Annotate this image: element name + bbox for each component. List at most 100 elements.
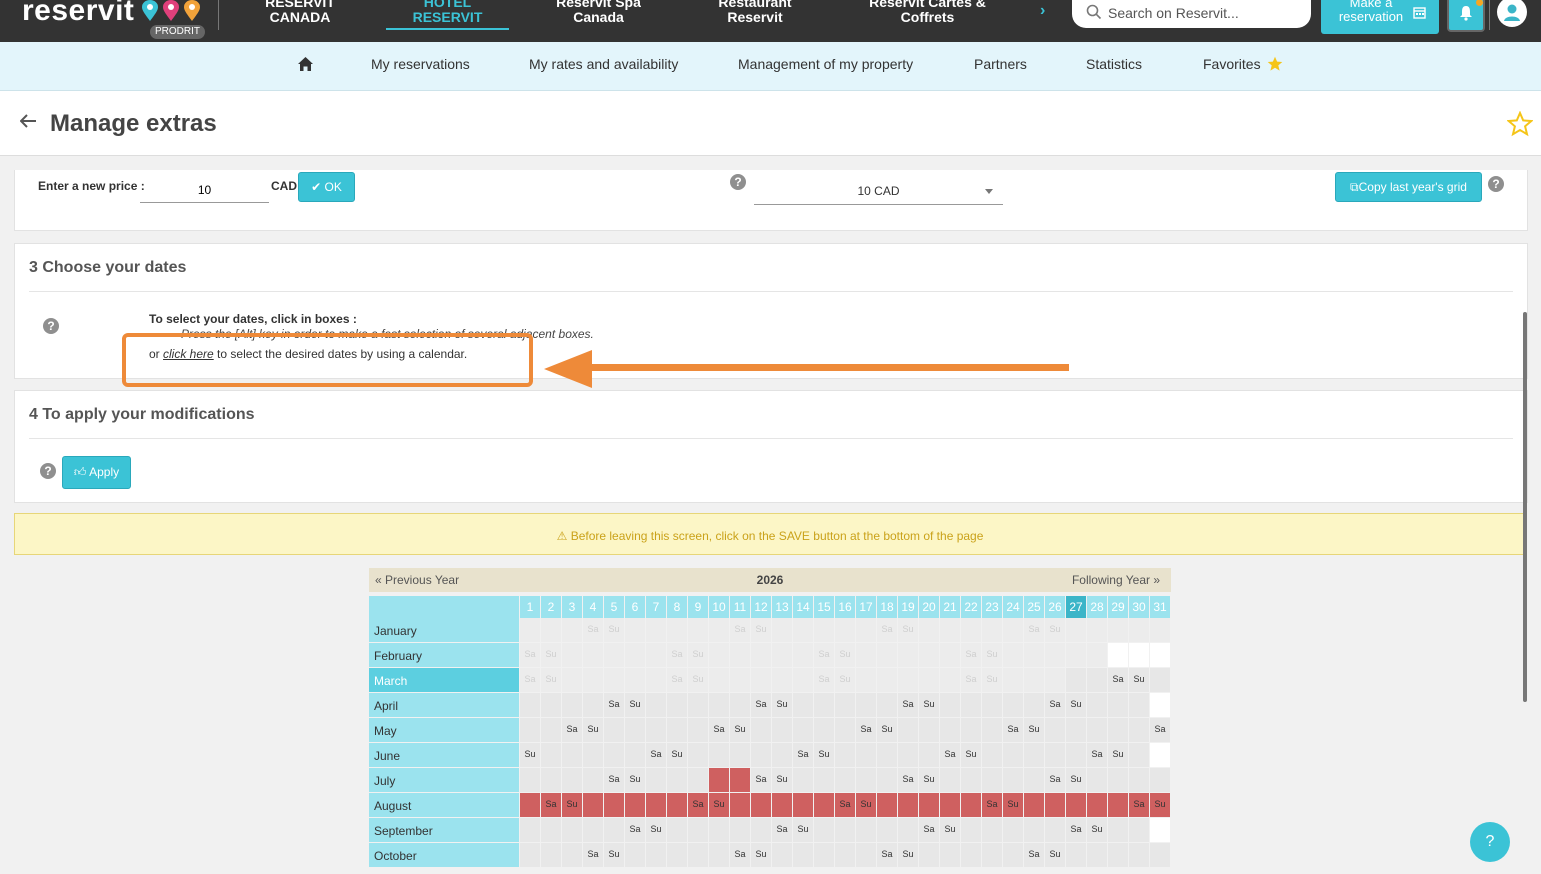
day-cell[interactable] [1087,843,1107,867]
day-cell[interactable] [604,643,624,667]
day-cell[interactable] [688,618,708,642]
day-cell[interactable] [688,818,708,842]
day-cell[interactable] [793,693,813,717]
day-cell[interactable] [898,743,918,767]
day-number-header[interactable]: 31 [1150,596,1170,618]
day-cell[interactable]: Su [898,618,918,642]
month-label[interactable]: January [369,618,519,642]
day-number-header[interactable]: 20 [919,596,939,618]
day-cell[interactable] [835,818,855,842]
day-cell[interactable] [856,768,876,792]
day-cell[interactable] [667,718,687,742]
day-cell[interactable]: Su [625,693,645,717]
day-cell[interactable]: Sa [730,843,750,867]
month-label[interactable]: March [369,668,519,692]
day-cell[interactable] [730,818,750,842]
day-cell[interactable] [541,818,561,842]
day-cell[interactable] [940,618,960,642]
day-cell[interactable] [1024,668,1044,692]
day-cell[interactable] [961,693,981,717]
day-cell[interactable]: Sa [1024,618,1044,642]
day-cell[interactable]: Su [982,668,1002,692]
day-cell[interactable] [1087,793,1107,817]
day-cell[interactable] [919,793,939,817]
day-cell[interactable] [604,818,624,842]
day-cell[interactable] [1024,643,1044,667]
day-cell[interactable] [1087,668,1107,692]
day-cell[interactable] [1066,743,1086,767]
day-cell[interactable] [772,843,792,867]
copy-last-year-button[interactable]: ⧉Copy last year's grid [1335,172,1482,202]
day-cell[interactable] [940,768,960,792]
back-arrow-icon[interactable] [20,114,37,128]
day-cell[interactable]: Sa [709,718,729,742]
month-label[interactable]: February [369,643,519,667]
day-cell[interactable] [625,743,645,767]
day-cell[interactable] [982,818,1002,842]
day-cell[interactable] [1108,843,1128,867]
day-number-header[interactable]: 13 [772,596,792,618]
day-cell[interactable]: Sa [814,643,834,667]
day-cell[interactable] [1108,693,1128,717]
day-cell[interactable]: Su [625,768,645,792]
day-cell[interactable] [877,793,897,817]
day-number-header[interactable]: 25 [1024,596,1044,618]
topnav-cartes-coffrets[interactable]: Reservit Cartes & Coffrets [855,0,1000,25]
day-cell[interactable] [667,843,687,867]
day-cell[interactable] [562,693,582,717]
day-cell[interactable] [520,693,540,717]
day-cell[interactable] [520,718,540,742]
day-cell[interactable] [961,843,981,867]
day-cell[interactable] [1087,718,1107,742]
day-cell[interactable] [1003,843,1023,867]
day-cell[interactable] [625,643,645,667]
favorite-star-icon[interactable] [1507,111,1533,137]
day-cell[interactable] [793,618,813,642]
day-cell[interactable] [982,768,1002,792]
user-avatar[interactable] [1497,0,1527,27]
day-cell[interactable] [625,618,645,642]
help-icon[interactable]: ? [1488,176,1504,192]
day-cell[interactable] [562,618,582,642]
day-cell[interactable] [940,668,960,692]
day-cell[interactable] [940,693,960,717]
day-cell[interactable] [583,643,603,667]
day-cell[interactable]: Su [1150,793,1170,817]
day-cell[interactable] [541,618,561,642]
day-cell[interactable] [940,718,960,742]
day-cell[interactable] [814,768,834,792]
day-cell[interactable] [877,743,897,767]
reservit-logo[interactable]: reservit [22,0,134,28]
day-cell[interactable] [898,793,918,817]
day-cell[interactable] [625,718,645,742]
day-cell[interactable]: Sa [562,718,582,742]
day-cell[interactable] [793,768,813,792]
day-cell[interactable] [1066,643,1086,667]
subnav-management-property[interactable]: Management of my property [738,56,913,72]
chevron-right-icon[interactable]: › [1040,2,1045,20]
day-cell[interactable]: Su [772,768,792,792]
day-cell[interactable]: Su [1087,818,1107,842]
day-number-header[interactable]: 21 [940,596,960,618]
day-cell[interactable]: Su [1066,768,1086,792]
day-cell[interactable] [562,743,582,767]
day-cell[interactable] [1066,618,1086,642]
day-cell[interactable] [730,643,750,667]
day-number-header[interactable]: 22 [961,596,981,618]
day-cell[interactable]: Sa [835,793,855,817]
month-label[interactable]: September [369,818,519,842]
day-cell[interactable]: Su [751,843,771,867]
day-cell[interactable] [835,718,855,742]
day-cell[interactable] [961,718,981,742]
day-cell[interactable]: Sa [1003,718,1023,742]
subnav-rates-availability[interactable]: My rates and availability [529,56,678,72]
day-cell[interactable] [1003,668,1023,692]
day-number-header[interactable]: 6 [625,596,645,618]
day-cell[interactable] [688,743,708,767]
day-cell[interactable] [856,818,876,842]
day-cell[interactable]: Su [793,818,813,842]
day-cell[interactable] [856,643,876,667]
day-cell[interactable] [1087,768,1107,792]
day-cell[interactable] [1024,768,1044,792]
day-cell[interactable] [709,768,729,792]
